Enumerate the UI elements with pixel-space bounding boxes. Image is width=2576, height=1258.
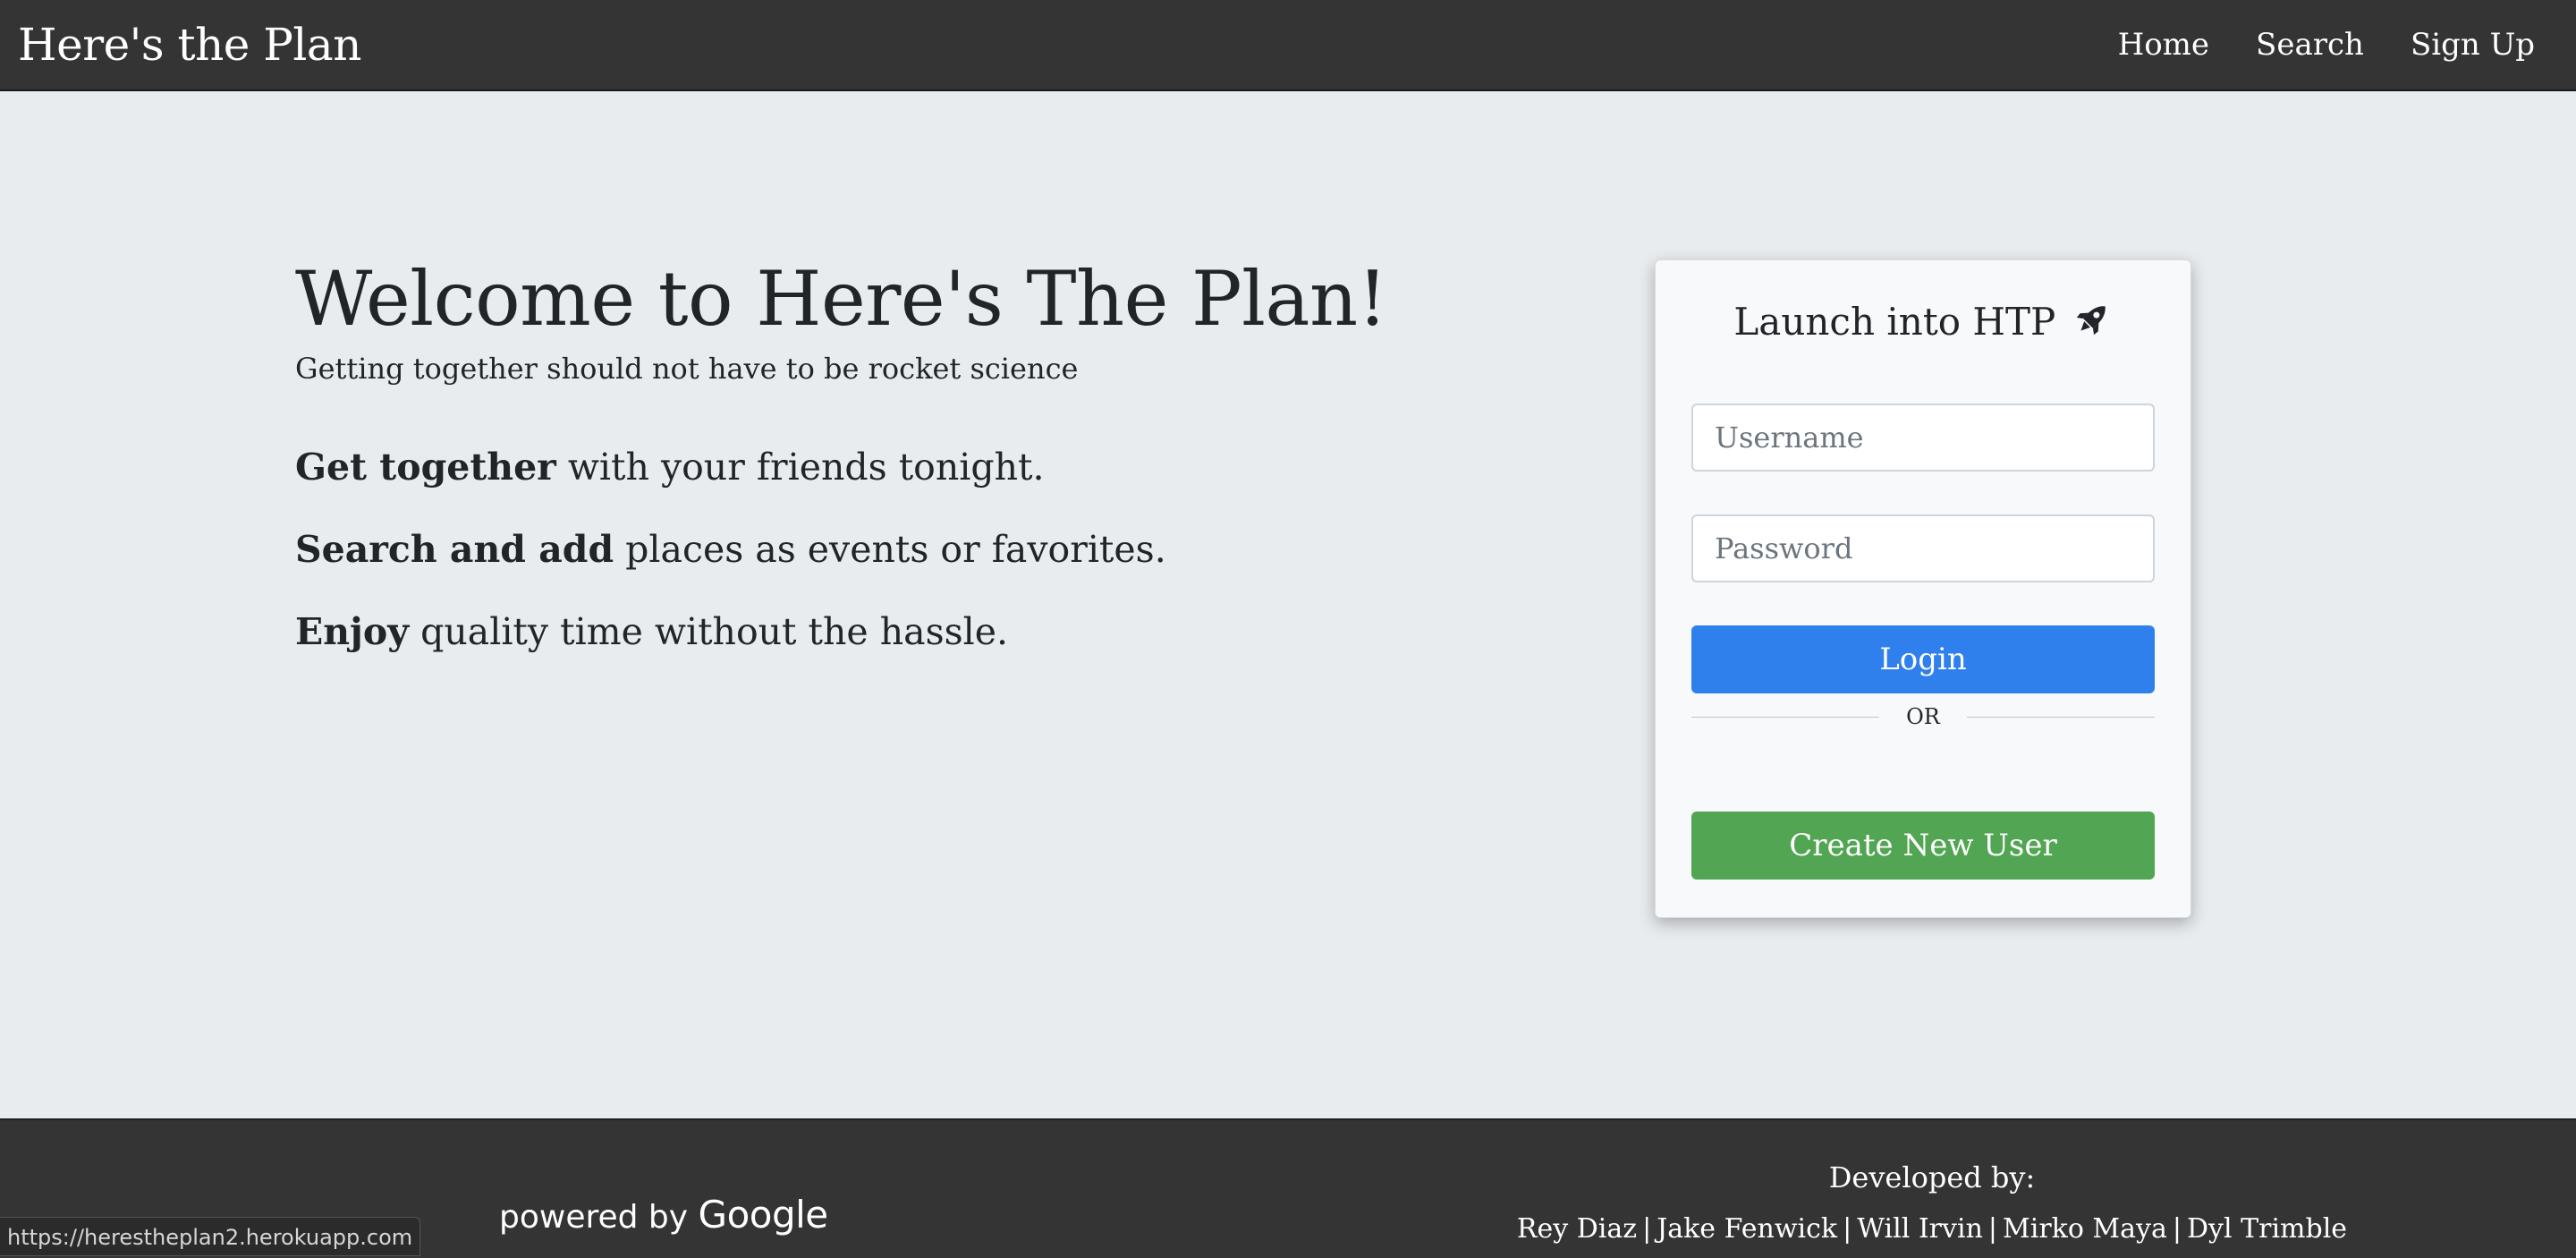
nav-links: Home Search Sign Up [2118,23,2535,66]
google-logo-text: Google [698,1193,829,1237]
status-bar-url: https://herestheplan2.herokuapp.com [0,1217,421,1256]
hero-section: Welcome to Here's The Plan! Getting toge… [295,252,1458,689]
nav-link-sign-up[interactable]: Sign Up [2411,23,2535,66]
rocket-icon [2076,306,2106,336]
login-card-title: Launch into HTP [1656,296,2190,348]
or-divider: OR [1691,699,2155,735]
divider-line-right [1967,717,2155,718]
separator: | [1987,1213,1997,1245]
separator: | [1642,1213,1652,1245]
feature-text: with your friends tonight. [555,446,1045,489]
top-navbar: Here's the Plan Home Search Sign Up [0,0,2576,91]
login-title-text: Launch into HTP [1733,300,2056,344]
separator: | [2172,1213,2182,1245]
feature-bold-text: Search and add [295,528,614,571]
feature-list: Get together with your friends tonight. … [295,442,1458,657]
login-card: Launch into HTP Login OR Create New User [1655,259,2191,918]
powered-by-google: powered by Google [499,1192,828,1241]
feature-item: Get together with your friends tonight. [295,442,1458,492]
feature-item: Search and add places as events or favor… [295,524,1458,574]
developed-by-title: Developed by: [1828,1160,2036,1194]
developer-list: Rey Diaz | Jake Fenwick | Will Irvin | Mirko M… [1449,1210,2415,1249]
create-new-user-button[interactable]: Create New User [1691,812,2155,880]
feature-text: places as events or favorites. [614,528,1166,571]
developer-link[interactable]: Jake Fenwick [1657,1213,1837,1245]
developer-link[interactable]: Rey Diaz [1517,1213,1637,1245]
feature-item: Enjoy quality time without the hassle. [295,607,1458,657]
login-button[interactable]: Login [1691,625,2155,693]
hero-title: Welcome to Here's The Plan! [295,255,1387,343]
password-input[interactable] [1691,514,2155,582]
feature-bold-text: Get together [295,446,556,489]
nav-link-search[interactable]: Search [2256,23,2364,66]
hero-subtitle: Getting together should not have to be r… [295,352,1079,386]
powered-by-text: powered by [499,1199,689,1236]
username-input[interactable] [1691,404,2155,472]
feature-bold-text: Enjoy [295,610,410,653]
brand-logo-link[interactable]: Here's the Plan [18,16,361,73]
feature-text: quality time without the hassle. [409,610,1009,653]
nav-link-home[interactable]: Home [2118,23,2209,66]
developer-link[interactable]: Will Irvin [1857,1213,1983,1245]
developer-link[interactable]: Dyl Trimble [2187,1213,2347,1245]
separator: | [1843,1213,1852,1245]
developer-link[interactable]: Mirko Maya [2003,1213,2167,1245]
